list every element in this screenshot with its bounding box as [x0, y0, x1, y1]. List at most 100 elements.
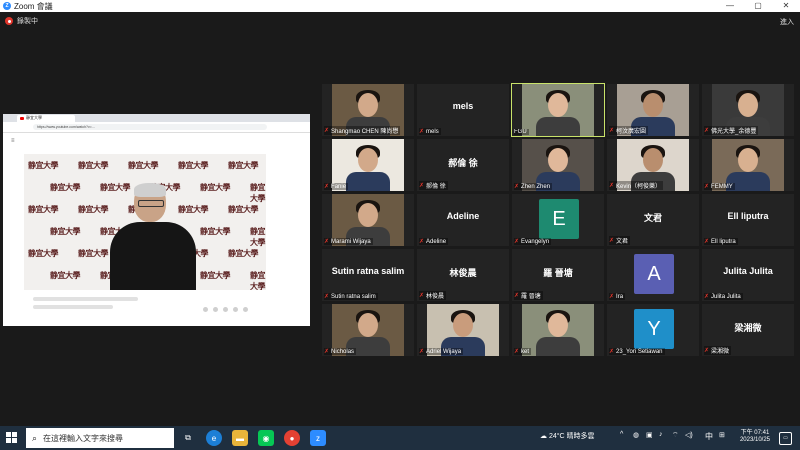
recording-indicator[interactable]: 錄製中	[5, 16, 38, 26]
address-url[interactable]: https://www.youtube.com/watch?v=...	[33, 124, 267, 130]
participant-display-name: 文君	[643, 213, 662, 223]
participant-tile[interactable]: 林俊晨 ✗ 林俊晨	[417, 249, 509, 301]
participant-name-label: ✗ 佛光大學_余德豐	[704, 126, 759, 135]
chrome-icon[interactable]: ●	[284, 430, 300, 446]
weather-widget[interactable]: ☁ 24°C 晴時多雲	[540, 431, 595, 441]
network-icon[interactable]: ◍	[633, 431, 639, 439]
participant-name-label: ✗ Sutin ratna salim	[324, 293, 378, 300]
line-icon[interactable]: ◉	[258, 430, 274, 446]
participant-tile[interactable]: ✗ Zhen Zhen	[512, 139, 604, 191]
volume-icon[interactable]: ◁)	[685, 431, 693, 439]
browser-address-bar: https://www.youtube.com/watch?v=...	[3, 122, 310, 133]
ime-mode-icon[interactable]: ⊞	[719, 431, 725, 439]
participant-tile[interactable]: ✗ Kevin（柯俊樂）	[607, 139, 699, 191]
participant-display-name: Ell liputra	[727, 211, 769, 221]
participant-display-name: 梁湘微	[734, 323, 762, 333]
task-view-icon[interactable]: ⧉	[180, 430, 196, 446]
mic-muted-icon: ✗	[704, 128, 710, 134]
ime-indicator[interactable]: 中	[705, 431, 713, 442]
participant-tile[interactable]: mels ✗ mels	[417, 84, 509, 136]
mic-muted-icon: ✗	[514, 239, 520, 245]
file-explorer-icon[interactable]: ▬	[232, 430, 248, 446]
participant-name: 佛光大學_余德豐	[711, 129, 757, 135]
close-button[interactable]: ✕	[772, 0, 800, 12]
taskbar-clock[interactable]: 下午 07:41 2023/10/25	[740, 430, 770, 444]
clock-date: 2023/10/25	[739, 437, 770, 443]
watermark-text: 静宜大學	[78, 204, 109, 214]
watermark-text: 静宜大學	[250, 182, 266, 203]
participant-name-label: ✗ 梁湘微	[704, 346, 732, 355]
watermark-text: 静宜大學	[200, 182, 231, 192]
camera-tray-icon[interactable]: ▣	[646, 431, 653, 439]
watermark-text: 静宜大學	[178, 160, 209, 170]
window-title-bar: Z Zoom 會議 — ▢ ✕	[0, 0, 800, 12]
watermark-text: 静宜大學	[28, 160, 59, 170]
participant-tile[interactable]: Sutin ratna salim ✗ Sutin ratna salim	[322, 249, 414, 301]
watermark-text: 静宜大學	[200, 226, 231, 236]
participant-avatar: Y	[634, 309, 674, 349]
participant-name-label: ✗ 文君	[609, 236, 631, 245]
enter-button[interactable]: 進入	[780, 17, 794, 27]
participant-tile[interactable]: ✗ FEMMY	[702, 139, 794, 191]
participant-tile[interactable]: FGU	[511, 83, 605, 137]
participant-tile[interactable]: Adeline ✗ Adeline	[417, 194, 509, 246]
zoom-taskbar-icon[interactable]: z	[310, 430, 326, 446]
mic-muted-icon: ✗	[324, 128, 330, 134]
browser-tab-title: 靜宜大學	[26, 115, 42, 120]
minimize-button[interactable]: —	[716, 0, 744, 12]
participant-name-label: ✗ Evangelyn	[514, 238, 552, 245]
browser-tab[interactable]: 靜宜大學	[17, 114, 75, 122]
participant-tile[interactable]: ✗ Marami Wijaya	[322, 194, 414, 246]
participant-name-label: ✗ Ell liputra	[704, 238, 738, 245]
watermark-text: 静宜大學	[28, 248, 59, 258]
notification-icon[interactable]: ▭	[779, 432, 792, 445]
participant-tile[interactable]: ✗ Shangmao CHEN 陳尚懋	[322, 84, 414, 136]
menu-icon[interactable]: ≡	[11, 138, 15, 144]
participant-tile[interactable]: E ✗ Evangelyn	[512, 194, 604, 246]
participant-tile[interactable]: ✗ 柯汶廣宏圓	[607, 84, 699, 136]
participant-name-label: ✗ 23_Yori Setiawan	[609, 348, 665, 355]
participant-tile[interactable]: 梁湘微 ✗ 梁湘微	[702, 304, 794, 356]
participant-video	[522, 304, 594, 356]
participant-name-label: ✗ Fanie	[324, 183, 349, 190]
participant-name: Ell liputra	[711, 238, 736, 245]
participant-tile[interactable]: 文君 ✗ 文君	[607, 194, 699, 246]
watermark-text: 静宜大學	[78, 160, 109, 170]
participant-tile[interactable]: ✗ Fanie	[322, 139, 414, 191]
meeting-top-bar: 錄製中 進入	[0, 12, 800, 32]
participant-tile[interactable]: Ell liputra ✗ Ell liputra	[702, 194, 794, 246]
participant-tile[interactable]: ✗ Adriel Wijaya	[417, 304, 509, 356]
participant-name: Adeline	[426, 238, 447, 245]
restore-button[interactable]: ▢	[744, 0, 772, 12]
participant-tile[interactable]: Julita Julita ✗ Julita Julita	[702, 249, 794, 301]
mic-muted-icon: ✗	[419, 129, 425, 135]
watermark-text: 静宜大學	[228, 248, 259, 258]
mic-tray-icon[interactable]: ♪	[659, 431, 663, 438]
participant-tile[interactable]: ✗ Nicholas	[322, 304, 414, 356]
participant-tile[interactable]: A ✗ Ira	[607, 249, 699, 301]
participant-tile[interactable]: ✗ 佛光大學_余德豐	[702, 84, 794, 136]
edge-icon[interactable]: e	[206, 430, 222, 446]
mic-muted-icon: ✗	[704, 184, 710, 190]
clock-time: 下午 07:41	[740, 430, 770, 436]
participant-tile[interactable]: ✗ ket	[512, 304, 604, 356]
participant-name: Julita Julita	[711, 293, 741, 300]
wifi-icon[interactable]: ⌔	[672, 431, 679, 440]
watermark-text: 静宜大學	[50, 270, 81, 280]
search-icon: ⌕	[32, 432, 38, 443]
windows-start-icon[interactable]	[6, 432, 18, 444]
participant-tile[interactable]: 郝倫 徐 ✗ 郝倫 徐	[417, 139, 509, 191]
shared-video[interactable]: 静宜大學 静宜大學 静宜大學 静宜大學 静宜大學 静宜大學 静宜大學 静宜大學 静宜大學 静宜大學…	[24, 154, 266, 290]
mic-muted-icon: ✗	[514, 184, 520, 190]
tray-expand-icon[interactable]: ^	[620, 431, 623, 438]
participant-name-label: ✗ Adriel Wijaya	[419, 348, 464, 355]
participant-tile[interactable]: 羅 晉塘 ✗ 羅 晉塘	[512, 249, 604, 301]
participant-tile[interactable]: Y ✗ 23_Yori Setiawan	[607, 304, 699, 356]
taskbar-search[interactable]: ⌕ 在這裡輸入文字來搜尋	[26, 428, 174, 448]
participant-avatar: A	[634, 254, 674, 294]
weather-icon: ☁	[540, 433, 547, 440]
participant-name: 23_Yori Setiawan	[616, 348, 663, 355]
participant-name: Zhen Zhen	[521, 183, 551, 190]
mic-muted-icon: ✗	[609, 238, 615, 244]
search-placeholder: 在這裡輸入文字來搜尋	[43, 433, 124, 443]
